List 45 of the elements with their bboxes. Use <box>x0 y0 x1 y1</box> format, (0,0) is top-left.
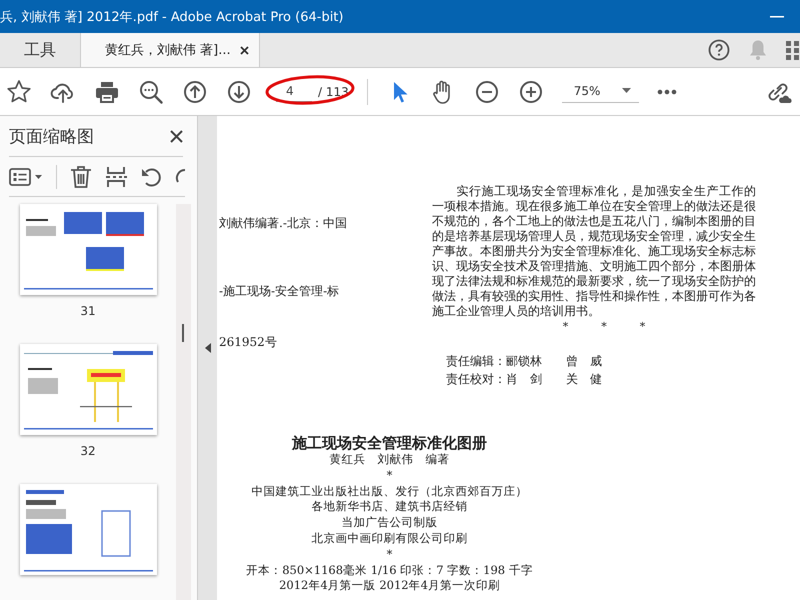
page-thumbnail[interactable] <box>20 484 156 575</box>
caret-icon <box>622 88 632 93</box>
text-line: 当加广告公司制版 <box>342 515 438 531</box>
search-icon[interactable] <box>138 78 164 104</box>
credit-line: 责任编辑：郦锁林 曾 威 <box>445 353 603 370</box>
zoom-dropdown[interactable]: 75% <box>562 80 640 102</box>
text-line: 2012年4月第一版 2012年4月第一次印刷 <box>279 578 500 594</box>
collapse-arrow-icon[interactable] <box>204 343 210 353</box>
text-line: 中国建筑工业出版社出版、发行（北京西郊百万庄） <box>252 484 528 500</box>
credit-line: 责任校对：肖 剑 关 健 <box>445 371 603 388</box>
text-line: 开本：850×1168毫米 1/16 印张：7 字数：198 千字 <box>246 562 533 578</box>
tab[interactable]: 黄红兵，刘献伟 著]... <box>81 33 260 67</box>
arrow-up-circle-icon[interactable] <box>182 78 208 104</box>
page-number-label: 32 <box>80 443 96 460</box>
page-thumbnail[interactable] <box>20 204 156 295</box>
text-line: 刘献伟编著.-北京：中国 <box>219 216 348 231</box>
text-line: 黄红兵 刘献伟 编著 <box>330 452 450 468</box>
star-icon[interactable] <box>6 78 32 104</box>
zoom-in-icon[interactable] <box>518 78 544 104</box>
list-options-icon[interactable] <box>9 167 43 187</box>
separator-asterisks: * * * <box>562 320 646 334</box>
apps-grid-icon[interactable] <box>786 39 800 61</box>
panel-title: 页面缩略图 <box>9 126 94 148</box>
help-icon[interactable] <box>708 39 730 61</box>
book-title: 施工现场安全管理标准化图册 <box>292 434 487 452</box>
trash-icon[interactable] <box>70 165 92 189</box>
minimize-icon[interactable] <box>770 14 784 18</box>
text-line: * <box>386 546 392 563</box>
zoom-out-icon[interactable] <box>474 78 500 104</box>
text-line: * <box>386 468 392 484</box>
scrollbar-thumb[interactable] <box>182 324 184 342</box>
close-icon[interactable] <box>240 46 249 54</box>
more-icon[interactable] <box>657 88 678 94</box>
arrow-down-circle-icon[interactable] <box>226 78 252 104</box>
page-number-label: 31 <box>80 303 96 320</box>
text-line: -施工现场-安全管理-标 <box>219 284 340 299</box>
text-line: 各地新华书店、建筑书店经销 <box>312 499 468 516</box>
page-number-field[interactable]: 4 <box>276 82 312 102</box>
window-title: 兵, 刘献伟 著] 2012年.pdf - Adobe Acrobat Pro (64-bit) <box>0 8 344 26</box>
extract-pages-icon[interactable] <box>105 165 127 189</box>
paragraph: 实行施工现场安全管理标准化，是加强安全生产工作的一项根本措施。现在很多施工单位在安全管理上的做法还是很不规范的，各个工地上的做法也是五花八门，编制本图册的目的是培养基层现场管理人员，规范现场安全管理，减少安全生产事故。本图册共分为安全管理标准化、施工现场安全标志标识、现场安全技术及管理措施、文明施工四个部分，本图册体现了法律法规和标准规范的最新要求，统一了现场安全防护的做法，具有较强的实用性、指导性和操作性，本图册可作为各施工企业管理人员的培训用书。 <box>432 184 756 319</box>
page-thumbnail[interactable] <box>20 344 156 435</box>
text-line: 北京画中画印刷有限公司印刷 <box>312 530 468 547</box>
text-line: 261952号 <box>219 335 278 350</box>
close-icon[interactable] <box>170 130 183 143</box>
